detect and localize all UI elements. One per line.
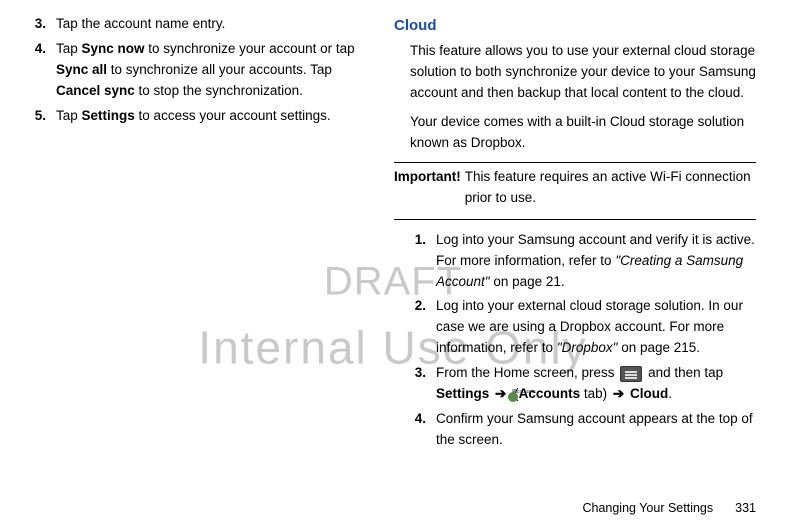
- cloud-para-1: This feature allows you to use your exte…: [394, 41, 756, 104]
- important-note: Important! This feature requires an acti…: [394, 162, 756, 220]
- step-5: 5. Tap Settings to access your account s…: [30, 106, 366, 127]
- important-label: Important!: [394, 167, 465, 209]
- footer-title: Changing Your Settings: [582, 501, 713, 515]
- arrow-icon: ➔: [495, 386, 506, 401]
- cloud-heading: Cloud: [394, 14, 756, 37]
- step-3: 3. Tap the account name entry.: [30, 14, 366, 35]
- step-number: 3.: [30, 14, 56, 35]
- step-number: 2.: [410, 296, 436, 359]
- step-number: 4.: [30, 39, 56, 102]
- step-number: 3.: [410, 363, 436, 405]
- step-body: Tap Settings to access your account sett…: [56, 106, 366, 127]
- important-text: This feature requires an active Wi-Fi co…: [465, 167, 756, 209]
- accounts-icon: Accounts: [512, 389, 514, 398]
- step-body: Tap Sync now to synchronize your account…: [56, 39, 366, 102]
- cloud-step-1: 1. Log into your Samsung account and ver…: [410, 230, 756, 293]
- cloud-step-4: 4. Confirm your Samsung account appears …: [410, 409, 756, 451]
- menu-icon: [620, 366, 642, 382]
- cloud-step-2: 2. Log into your external cloud storage …: [410, 296, 756, 359]
- step-body: Log into your Samsung account and verify…: [436, 230, 756, 293]
- step-number: 5.: [30, 106, 56, 127]
- content-columns: 3. Tap the account name entry. 4. Tap Sy…: [30, 14, 756, 455]
- page-number: 331: [735, 501, 756, 515]
- arrow-icon: ➔: [613, 386, 624, 401]
- cloud-para-2: Your device comes with a built-in Cloud …: [394, 112, 756, 154]
- step-body: Tap the account name entry.: [56, 14, 366, 35]
- page-footer: Changing Your Settings 331: [582, 499, 756, 518]
- step-number: 4.: [410, 409, 436, 451]
- step-body: Log into your external cloud storage sol…: [436, 296, 756, 359]
- step-number: 1.: [410, 230, 436, 293]
- step-4: 4. Tap Sync now to synchronize your acco…: [30, 39, 366, 102]
- left-column: 3. Tap the account name entry. 4. Tap Sy…: [30, 14, 366, 455]
- step-body: Confirm your Samsung account appears at …: [436, 409, 756, 451]
- cloud-step-3: 3. From the Home screen, press and then …: [410, 363, 756, 405]
- right-column: Cloud This feature allows you to use you…: [394, 14, 756, 455]
- step-body: From the Home screen, press and then tap…: [436, 363, 756, 405]
